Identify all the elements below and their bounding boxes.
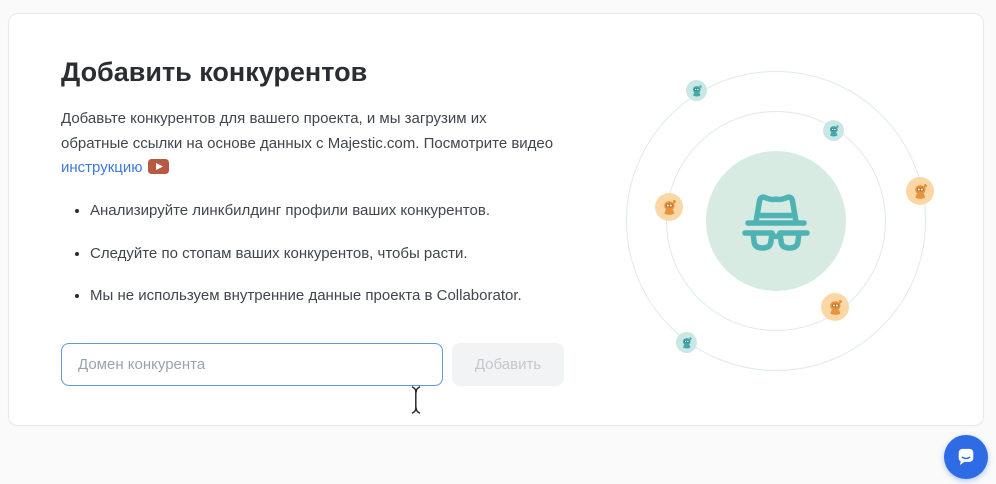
- robot-avatar-orange: [821, 293, 849, 321]
- intro-line-2: обратные ссылки на основе данных с Majes…: [61, 135, 553, 152]
- add-competitor-button[interactable]: Добавить: [452, 343, 564, 386]
- list-item-text: Анализируйте линкбилдинг профили ваших к…: [90, 202, 490, 219]
- add-competitors-panel: Добавить конкурентов Добавьте конкуренто…: [8, 13, 984, 426]
- intro-line-1: Добавьте конкурентов для вашего проекта,…: [61, 110, 487, 127]
- chat-bubble-icon: [953, 444, 979, 470]
- chat-widget-button[interactable]: [944, 435, 988, 479]
- robot-icon: [826, 123, 842, 139]
- robot-avatar-teal: [686, 80, 707, 101]
- robot-icon: [689, 83, 705, 99]
- list-item: Следуйте по стопам ваших конкурентов, чт…: [90, 242, 591, 266]
- list-item-text: Следуйте по стопам ваших конкурентов, чт…: [90, 245, 468, 262]
- robot-avatar-teal: [676, 332, 697, 353]
- robot-icon: [659, 197, 680, 218]
- page: { "card": { "title": "Добавить конкурент…: [0, 0, 996, 484]
- robot-icon: [825, 297, 846, 318]
- list-item: Анализируйте линкбилдинг профили ваших к…: [90, 199, 591, 223]
- robot-avatar-orange: [655, 193, 683, 221]
- robot-icon: [679, 335, 695, 351]
- youtube-icon[interactable]: [148, 158, 169, 183]
- text-cursor-pointer: [409, 385, 423, 415]
- incognito-spy-icon: [728, 173, 824, 269]
- incognito-circle: [706, 151, 846, 291]
- robot-icon: [910, 181, 931, 202]
- competitor-domain-input[interactable]: [61, 343, 443, 386]
- list-item: Мы не используем внутренние данные проек…: [90, 284, 591, 308]
- list-item-text: Мы не используем внутренние данные проек…: [90, 287, 522, 304]
- benefits-list: Анализируйте линкбилдинг профили ваших к…: [61, 199, 591, 327]
- competitors-illustration: [616, 61, 936, 381]
- robot-avatar-orange: [906, 177, 934, 205]
- intro-text: Добавьте конкурентов для вашего проекта,…: [61, 107, 591, 183]
- page-title: Добавить конкурентов: [61, 56, 367, 89]
- video-instruction-link[interactable]: инструкцию: [61, 159, 143, 176]
- robot-avatar-teal: [823, 120, 844, 141]
- add-competitor-form: Добавить: [61, 343, 564, 386]
